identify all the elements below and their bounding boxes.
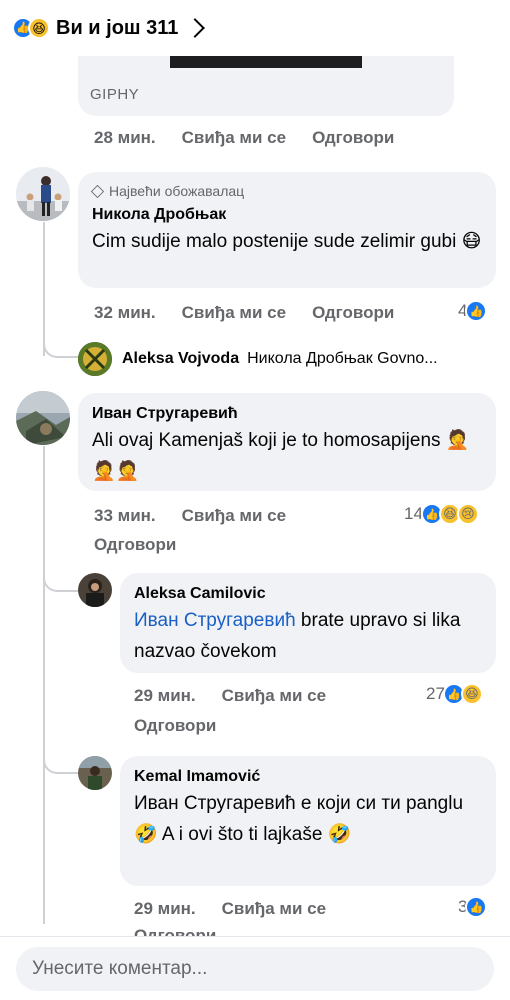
avatar[interactable] xyxy=(78,573,112,607)
reply-bubble[interactable]: Aleksa Camilovic Иван Стругаревић brate … xyxy=(120,573,496,673)
reactions-header[interactable]: 👍 😆 Ви и још 311 xyxy=(0,0,510,56)
avatar[interactable] xyxy=(16,167,70,221)
comment-text: Ali ovaj Kamenjaš koji je to homosapijen… xyxy=(92,430,470,482)
thread-line xyxy=(43,446,45,924)
comment-actions-row2: Одговори xyxy=(94,535,202,555)
reply-button[interactable]: Одговори xyxy=(94,535,176,555)
diamond-icon xyxy=(90,184,105,198)
reply-author[interactable]: Aleksa Camilovic xyxy=(134,583,482,605)
comment-time[interactable]: 29 мин. xyxy=(134,686,196,706)
haha-icon: 😆 xyxy=(28,17,50,39)
avatar[interactable] xyxy=(16,391,70,445)
reaction-count[interactable]: 27 👍 😆 xyxy=(426,683,483,705)
reply-author[interactable]: Aleksa Vojvoda xyxy=(122,350,239,368)
like-button[interactable]: Свиђа ми се xyxy=(182,303,286,323)
like-button[interactable]: Свиђа ми се xyxy=(182,128,286,148)
like-button[interactable]: Свиђа ми се xyxy=(222,899,326,919)
reply-actions-row2: Одговори xyxy=(134,716,242,736)
comment-time[interactable]: 28 мин. xyxy=(94,128,156,148)
like-icon: 👍 xyxy=(465,300,488,322)
reply-actions: 29 мин. Свиђа ми се xyxy=(134,899,352,919)
reply-preview[interactable]: Aleksa Vojvoda Никола Дробњак Govno... xyxy=(78,342,438,376)
comment-composer xyxy=(0,936,510,1000)
avatar[interactable] xyxy=(78,756,112,790)
reply-button[interactable]: Одговори xyxy=(312,303,394,323)
reaction-count[interactable]: 14 👍 😆 😢 xyxy=(404,503,479,525)
badge-label: Највећи обожавалац xyxy=(109,183,245,199)
thread-connector xyxy=(43,330,79,358)
comment-bubble[interactable]: Иван Стругаревић Ali ovaj Kamenjaš koji … xyxy=(78,393,496,491)
reply-button[interactable]: Одговори xyxy=(134,924,216,936)
top-fan-badge: Највећи обожавалац xyxy=(90,182,482,200)
reactions-summary[interactable]: Ви и још 311 xyxy=(56,17,178,40)
comment-input[interactable] xyxy=(16,947,494,991)
comment-actions: 33 мин. Свиђа ми се xyxy=(94,506,312,526)
giphy-label: GIPHY xyxy=(90,86,140,103)
like-button[interactable]: Свиђа ми се xyxy=(182,506,286,526)
thread-connector xyxy=(43,564,79,592)
reply-actions: 29 мин. Свиђа ми се xyxy=(134,686,352,706)
comment-actions: 32 мин. Свиђа ми се Одговори xyxy=(94,303,420,323)
thread-connector xyxy=(43,746,79,774)
comment-time[interactable]: 29 мин. xyxy=(134,899,196,919)
comment-time[interactable]: 33 мин. xyxy=(94,506,156,526)
reaction-count[interactable]: 3 👍 xyxy=(458,896,488,918)
comment-author[interactable]: Иван Стругаревић xyxy=(92,403,482,425)
reply-snippet: Никола Дробњак Govno... xyxy=(247,350,438,367)
avatar[interactable] xyxy=(78,342,112,376)
comment-text: Cim sudije malo postenije sude zelimir g… xyxy=(92,231,482,252)
comment-time[interactable]: 32 мин. xyxy=(94,303,156,323)
like-button[interactable]: Свиђа ми се xyxy=(222,686,326,706)
gif-comment-actions: 28 мин. Свиђа ми се Одговори xyxy=(94,128,420,148)
reply-text: Иван Стругаревић е који си ти panglu 🤣 A… xyxy=(134,793,464,845)
header-reaction-icons: 👍 😆 xyxy=(12,17,50,39)
reply-bubble[interactable]: Kemal Imamović Иван Стругаревић е који с… xyxy=(120,756,496,886)
comment-bubble[interactable]: Највећи обожавалац Никола Дробњак Cim su… xyxy=(78,172,496,288)
chevron-right-icon[interactable] xyxy=(185,18,206,38)
like-icon: 👍 xyxy=(465,896,488,918)
reaction-count[interactable]: 4 👍 xyxy=(458,300,488,322)
mention-link[interactable]: Иван Стругаревић xyxy=(134,610,296,631)
haha-icon: 😆 xyxy=(460,683,483,705)
reply-text: Иван Стругаревић brate upravo si lika na… xyxy=(134,610,461,662)
reply-button[interactable]: Одговори xyxy=(134,716,216,736)
sad-icon: 😢 xyxy=(456,503,479,525)
reply-button[interactable]: Одговори xyxy=(312,128,394,148)
comment-author[interactable]: Никола Дробњак xyxy=(92,204,482,226)
reply-author[interactable]: Kemal Imamović xyxy=(134,766,482,788)
